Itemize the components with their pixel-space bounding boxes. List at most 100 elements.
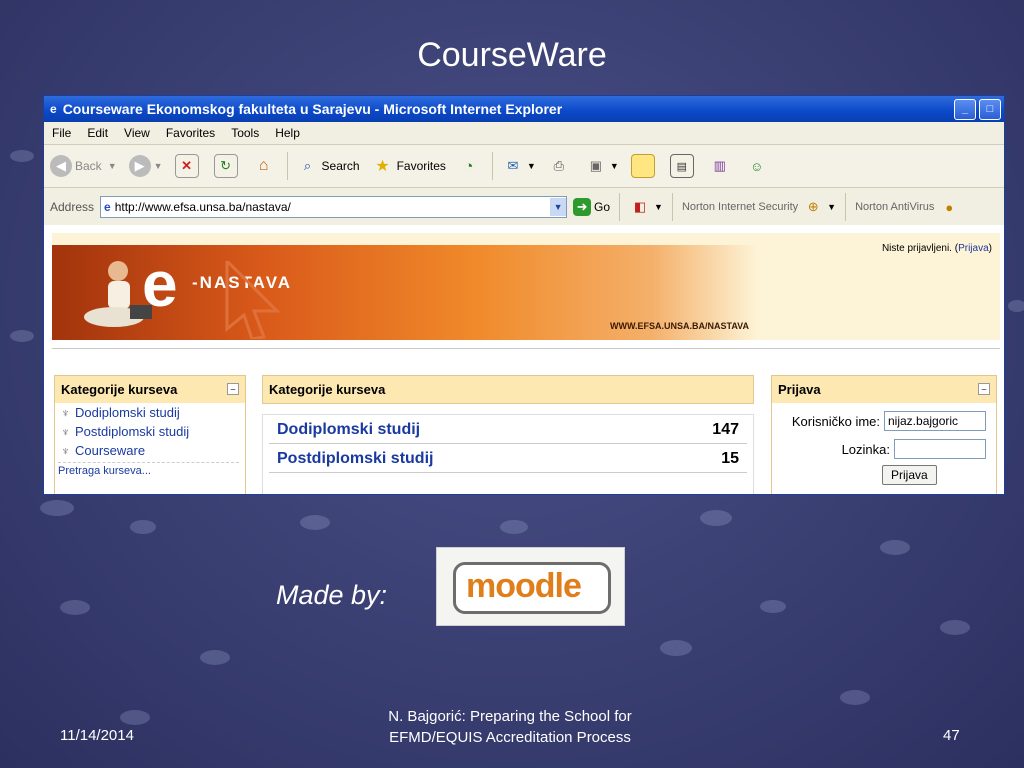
footer-text-line1: N. Bajgorić: Preparing the School for [388, 708, 632, 725]
sidebar-item-label: Postdiplomski studij [75, 424, 190, 439]
media-button[interactable]: ▥ [703, 155, 740, 177]
category-name-link[interactable]: Postdiplomski studij [277, 450, 433, 468]
login-submit-button[interactable]: Prijava [882, 465, 937, 485]
home-button[interactable]: ⌂ [247, 155, 284, 177]
messenger-button[interactable]: ☺ [740, 155, 777, 177]
bg-bubble [880, 540, 910, 555]
sidebar-item-dodiplomski[interactable]: ♆ Dodiplomski studij [55, 403, 245, 422]
menu-help[interactable]: Help [267, 126, 308, 140]
norton-antivirus-button[interactable]: Norton AntiVirus ● [849, 196, 969, 218]
chevron-down-icon: ▼ [609, 161, 619, 171]
people-icon: ☺ [750, 158, 764, 174]
bg-bubble [130, 520, 156, 534]
minimize-button[interactable]: _ [954, 98, 976, 120]
chevron-down-icon: ▼ [107, 161, 117, 171]
password-field[interactable] [894, 439, 986, 459]
category-course-count: 147 [712, 421, 739, 438]
go-button[interactable]: ➜ Go [567, 198, 616, 216]
print-button[interactable]: ⎙ [542, 155, 579, 177]
window-title: Courseware Ekonomskog fakulteta u Saraje… [62, 101, 563, 117]
sidebar-item-postdiplomski[interactable]: ♆ Postdiplomski studij [55, 422, 245, 441]
footer-text: N. Bajgorić: Preparing the School for EF… [330, 706, 690, 748]
slide-title: CourseWare [417, 36, 607, 74]
search-courses-link[interactable]: Pretraga kurseva... [55, 463, 245, 479]
login-block-title-text: Prijava [778, 382, 821, 397]
search-icon: ⌕ [303, 158, 312, 173]
bg-bubble [500, 520, 528, 534]
categories-sidebar-block: Kategorije kurseva – ♆ Dodiplomski studi… [54, 375, 246, 494]
login-status: Niste prijavljeni. (Prijava) [882, 243, 992, 254]
chevron-down-icon: ▼ [526, 161, 536, 171]
favorites-button[interactable]: ★ Favorites [366, 155, 452, 177]
search-button[interactable]: ⌕ Search [291, 155, 366, 177]
history-button[interactable]: ◔ [452, 155, 489, 177]
window-titlebar: e Courseware Ekonomskog fakulteta u Sara… [44, 96, 1004, 122]
password-row: Lozinka: [772, 435, 996, 463]
toolbar-separator [491, 152, 493, 180]
address-dropdown-button[interactable]: ▼ [550, 198, 567, 216]
back-button[interactable]: ◀ Back ▼ [44, 155, 123, 177]
login-block-title: Prijava – [772, 376, 996, 403]
menu-view[interactable]: View [116, 126, 158, 140]
toolbar-separator [845, 193, 847, 221]
moodle-logo-frame: moodle [453, 562, 611, 614]
star-icon: ★ [375, 158, 390, 175]
sidebar-item-label: Courseware [75, 443, 146, 458]
favorites-label: Favorites [396, 159, 446, 173]
collapse-icon[interactable]: – [978, 383, 990, 395]
forward-button[interactable]: ▶ ▼ [123, 155, 169, 177]
site-banner: e -NASTAVA WWW.EFSA.UNSA.BA/NASTAVA Nist… [52, 233, 1000, 340]
menu-edit[interactable]: Edit [79, 126, 116, 140]
bg-bubble [200, 650, 230, 665]
category-icon: ♆ [61, 405, 70, 420]
books-icon: ▥ [713, 158, 726, 173]
bg-bubble [60, 600, 90, 615]
edit-button[interactable]: ▣ ▼ [579, 155, 625, 177]
login-block: Prijava – Korisničko ime: Lozinka: Prija… [771, 375, 997, 494]
moodle-logo-text: moodle [466, 567, 582, 605]
collapse-icon[interactable]: – [227, 383, 239, 395]
category-icon: ♆ [61, 443, 70, 458]
category-course-count: 15 [721, 450, 739, 467]
discuss-button[interactable] [625, 154, 664, 178]
address-bar: Address e http://www.efsa.unsa.ba/nastav… [44, 188, 1004, 227]
category-icon: ♆ [61, 424, 70, 439]
address-input[interactable]: e http://www.efsa.unsa.ba/nastava/ ▼ [100, 196, 568, 218]
stop-icon: ✕ [174, 154, 199, 178]
category-row: Dodiplomski studij 147 [269, 415, 747, 444]
bg-bubble [840, 690, 870, 705]
refresh-button[interactable]: ↻ [208, 154, 247, 178]
sidebar-item-courseware[interactable]: ♆ Courseware [55, 441, 245, 460]
go-label: Go [594, 200, 611, 214]
divider [52, 348, 1000, 349]
made-by-label: Made by: [276, 580, 388, 610]
footer-text-line2: EFMD/EQUIS Accreditation Process [389, 729, 631, 746]
login-link[interactable]: Prijava [958, 243, 989, 254]
norton-security-button[interactable]: Norton Internet Security ⊕ ▼ [676, 196, 842, 218]
sidebar-block-title-text: Kategorije kurseva [61, 382, 178, 397]
menu-favorites[interactable]: Favorites [158, 126, 223, 140]
go-arrow-icon: ➜ [573, 198, 592, 216]
refresh-icon: ↻ [213, 154, 238, 178]
username-row: Korisničko ime: [772, 407, 996, 435]
username-field[interactable] [884, 411, 986, 431]
stop-button[interactable]: ✕ [169, 154, 208, 178]
research-button[interactable]: ▤ [664, 154, 703, 178]
mail-button[interactable]: ✉ ▼ [496, 155, 542, 177]
maximize-button[interactable]: □ [979, 98, 1001, 120]
edit-icon: ▣ [589, 158, 602, 173]
password-label: Lozinka: [841, 441, 890, 457]
document-icon: ▤ [669, 154, 694, 178]
forward-arrow-icon: ▶ [128, 155, 151, 177]
banner-url: WWW.EFSA.UNSA.BA/NASTAVA [610, 321, 749, 331]
sidebar-item-label: Dodiplomski studij [75, 405, 180, 420]
banner-e-logo: e [142, 248, 178, 320]
menu-tools[interactable]: Tools [223, 126, 267, 140]
pdf-icon: ◧ [633, 199, 647, 214]
pdf-button[interactable]: ◧ ▼ [623, 196, 669, 218]
bg-bubble [700, 510, 732, 526]
category-name-link[interactable]: Dodiplomski studij [277, 421, 420, 439]
menu-file[interactable]: File [44, 126, 79, 140]
bg-bubble [10, 330, 34, 342]
chevron-down-icon: ▼ [153, 161, 163, 171]
